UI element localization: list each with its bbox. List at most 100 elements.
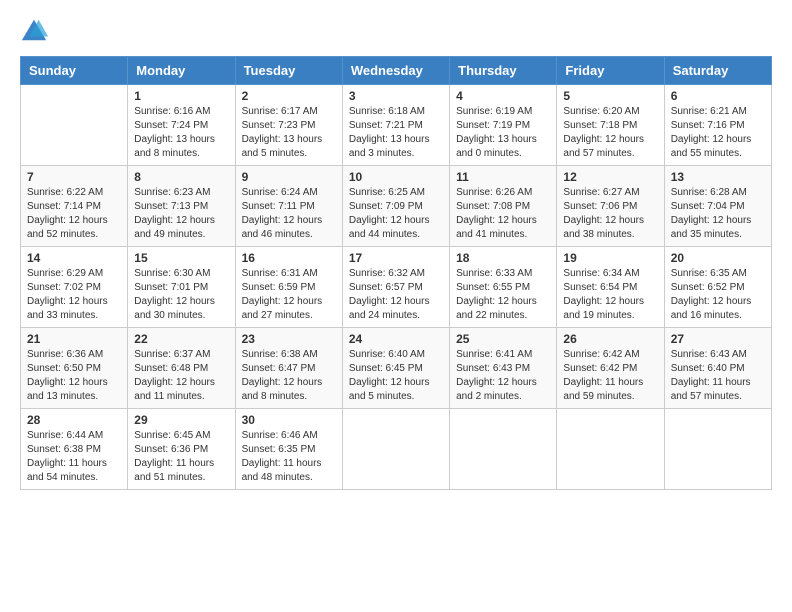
page-header [20,16,772,44]
calendar-cell [21,85,128,166]
day-number: 9 [242,170,336,184]
day-number: 12 [563,170,657,184]
calendar-cell: 23 Sunrise: 6:38 AMSunset: 6:47 PMDayligh… [235,328,342,409]
day-info: Sunrise: 6:38 AMSunset: 6:47 PMDaylight:… [242,348,336,404]
weekday-header-wednesday: Wednesday [342,57,449,85]
day-number: 18 [456,251,550,265]
calendar-cell: 10 Sunrise: 6:25 AMSunset: 7:09 PMDayligh… [342,166,449,247]
day-number: 28 [27,413,121,427]
calendar-cell: 18 Sunrise: 6:33 AMSunset: 6:55 PMDayligh… [450,247,557,328]
day-info: Sunrise: 6:37 AMSunset: 6:48 PMDaylight:… [134,348,228,404]
day-info: Sunrise: 6:16 AMSunset: 7:24 PMDaylight:… [134,105,228,161]
day-info: Sunrise: 6:40 AMSunset: 6:45 PMDaylight:… [349,348,443,404]
calendar-cell: 17 Sunrise: 6:32 AMSunset: 6:57 PMDayligh… [342,247,449,328]
day-number: 6 [671,89,765,103]
calendar-cell: 21 Sunrise: 6:36 AMSunset: 6:50 PMDayligh… [21,328,128,409]
weekday-header-tuesday: Tuesday [235,57,342,85]
week-row-2: 7Sunrise: 6:22 AMSunset: 7:14 PMDaylight… [21,166,772,247]
day-number: 1 [134,89,228,103]
day-number: 23 [242,332,336,346]
calendar-cell: 5 Sunrise: 6:20 AMSunset: 7:18 PMDaylight… [557,85,664,166]
day-number: 8 [134,170,228,184]
day-number: 14 [27,251,121,265]
day-info: Sunrise: 6:20 AMSunset: 7:18 PMDaylight:… [563,105,657,161]
calendar-cell: 30 Sunrise: 6:46 AMSunset: 6:35 PMDayligh… [235,409,342,490]
calendar-cell: 24 Sunrise: 6:40 AMSunset: 6:45 PMDayligh… [342,328,449,409]
weekday-header-friday: Friday [557,57,664,85]
day-info: Sunrise: 6:41 AMSunset: 6:43 PMDaylight:… [456,348,550,404]
day-info: Sunrise: 6:43 AMSunset: 6:40 PMDaylight:… [671,348,765,404]
calendar-cell [557,409,664,490]
day-info: Sunrise: 6:27 AMSunset: 7:06 PMDaylight:… [563,186,657,242]
day-number: 27 [671,332,765,346]
day-number: 20 [671,251,765,265]
calendar-cell: 14 Sunrise: 6:29 AMSunset: 7:02 PMDayligh… [21,247,128,328]
logo [20,16,50,44]
day-number: 4 [456,89,550,103]
day-number: 11 [456,170,550,184]
day-info: Sunrise: 6:21 AMSunset: 7:16 PMDaylight:… [671,105,765,161]
day-info: Sunrise: 6:26 AMSunset: 7:08 PMDaylight:… [456,186,550,242]
day-info: Sunrise: 6:29 AMSunset: 7:02 PMDaylight:… [27,267,121,323]
calendar-cell: 4 Sunrise: 6:19 AMSunset: 7:19 PMDaylight… [450,85,557,166]
day-info: Sunrise: 6:46 AMSunset: 6:35 PMDaylight:… [242,429,336,485]
day-info: Sunrise: 6:19 AMSunset: 7:19 PMDaylight:… [456,105,550,161]
day-info: Sunrise: 6:17 AMSunset: 7:23 PMDaylight:… [242,105,336,161]
calendar-page: SundayMondayTuesdayWednesdayThursdayFrid… [0,0,792,612]
calendar-cell: 7Sunrise: 6:22 AMSunset: 7:14 PMDaylight… [21,166,128,247]
day-number: 13 [671,170,765,184]
day-info: Sunrise: 6:23 AMSunset: 7:13 PMDaylight:… [134,186,228,242]
day-info: Sunrise: 6:22 AMSunset: 7:14 PMDaylight:… [27,186,121,242]
day-info: Sunrise: 6:42 AMSunset: 6:42 PMDaylight:… [563,348,657,404]
calendar-cell: 15Sunrise: 6:30 AMSunset: 7:01 PMDayligh… [128,247,235,328]
week-row-5: 28 Sunrise: 6:44 AMSunset: 6:38 PMDayligh… [21,409,772,490]
calendar-cell: 11 Sunrise: 6:26 AMSunset: 7:08 PMDayligh… [450,166,557,247]
weekday-header-sunday: Sunday [21,57,128,85]
calendar-cell: 1 Sunrise: 6:16 AMSunset: 7:24 PMDaylight… [128,85,235,166]
day-number: 24 [349,332,443,346]
day-number: 29 [134,413,228,427]
day-info: Sunrise: 6:32 AMSunset: 6:57 PMDaylight:… [349,267,443,323]
calendar-cell [342,409,449,490]
day-info: Sunrise: 6:36 AMSunset: 6:50 PMDaylight:… [27,348,121,404]
logo-icon [20,16,48,44]
calendar-cell: 22 Sunrise: 6:37 AMSunset: 6:48 PMDayligh… [128,328,235,409]
day-number: 2 [242,89,336,103]
day-info: Sunrise: 6:33 AMSunset: 6:55 PMDaylight:… [456,267,550,323]
calendar-cell: 13 Sunrise: 6:28 AMSunset: 7:04 PMDayligh… [664,166,771,247]
calendar-cell: 6 Sunrise: 6:21 AMSunset: 7:16 PMDaylight… [664,85,771,166]
day-number: 10 [349,170,443,184]
day-number: 3 [349,89,443,103]
day-info: Sunrise: 6:18 AMSunset: 7:21 PMDaylight:… [349,105,443,161]
weekday-header-monday: Monday [128,57,235,85]
calendar-cell: 29Sunrise: 6:45 AMSunset: 6:36 PMDayligh… [128,409,235,490]
week-row-4: 21 Sunrise: 6:36 AMSunset: 6:50 PMDayligh… [21,328,772,409]
calendar-cell [664,409,771,490]
day-number: 26 [563,332,657,346]
day-number: 22 [134,332,228,346]
day-info: Sunrise: 6:24 AMSunset: 7:11 PMDaylight:… [242,186,336,242]
day-info: Sunrise: 6:34 AMSunset: 6:54 PMDaylight:… [563,267,657,323]
calendar-cell: 8 Sunrise: 6:23 AMSunset: 7:13 PMDaylight… [128,166,235,247]
week-row-3: 14 Sunrise: 6:29 AMSunset: 7:02 PMDayligh… [21,247,772,328]
calendar-cell: 28 Sunrise: 6:44 AMSunset: 6:38 PMDayligh… [21,409,128,490]
day-info: Sunrise: 6:28 AMSunset: 7:04 PMDaylight:… [671,186,765,242]
weekday-header-row: SundayMondayTuesdayWednesdayThursdayFrid… [21,57,772,85]
weekday-header-thursday: Thursday [450,57,557,85]
calendar-cell: 25 Sunrise: 6:41 AMSunset: 6:43 PMDayligh… [450,328,557,409]
calendar-cell [450,409,557,490]
day-number: 21 [27,332,121,346]
day-number: 16 [242,251,336,265]
calendar-cell: 20Sunrise: 6:35 AMSunset: 6:52 PMDayligh… [664,247,771,328]
day-number: 17 [349,251,443,265]
calendar-cell: 3 Sunrise: 6:18 AMSunset: 7:21 PMDaylight… [342,85,449,166]
day-info: Sunrise: 6:44 AMSunset: 6:38 PMDaylight:… [27,429,121,485]
calendar-cell: 19Sunrise: 6:34 AMSunset: 6:54 PMDayligh… [557,247,664,328]
day-number: 30 [242,413,336,427]
day-number: 25 [456,332,550,346]
day-number: 15 [134,251,228,265]
calendar-cell: 26 Sunrise: 6:42 AMSunset: 6:42 PMDayligh… [557,328,664,409]
calendar-table: SundayMondayTuesdayWednesdayThursdayFrid… [20,56,772,490]
day-info: Sunrise: 6:25 AMSunset: 7:09 PMDaylight:… [349,186,443,242]
day-number: 5 [563,89,657,103]
